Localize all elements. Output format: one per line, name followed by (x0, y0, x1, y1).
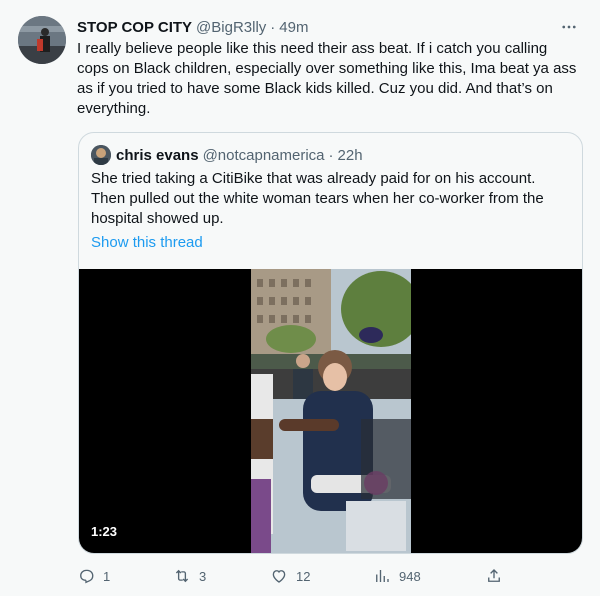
avatar-image (18, 16, 66, 64)
separator: · (328, 146, 334, 164)
quoted-tweet-header: chris evans @notcapnamerica · 22h (91, 145, 363, 165)
tweet-text: I really believe people like this need t… (77, 40, 577, 117)
author-name[interactable]: STOP COP CITY (77, 19, 192, 36)
share-icon (488, 569, 500, 582)
reply-count: 1 (103, 568, 111, 584)
separator: · (270, 18, 276, 36)
video-frame (251, 269, 411, 553)
views-count: 948 (399, 568, 421, 584)
tweet-header: STOP COP CITY @BigR3lly · 49m (77, 16, 580, 38)
timestamp[interactable]: 49m (279, 19, 308, 36)
reply-icon (80, 569, 94, 584)
quoted-avatar (91, 145, 111, 165)
author-handle[interactable]: @BigR3lly (196, 19, 266, 36)
share-button[interactable] (485, 565, 511, 587)
quoted-timestamp: 22h (337, 146, 363, 164)
tweet-actions: 1 3 12 948 (77, 565, 507, 587)
more-horizontal-icon[interactable] (558, 16, 580, 38)
reply-button[interactable]: 1 (77, 565, 110, 587)
quoted-author-handle: @notcapnamerica (202, 146, 325, 164)
like-count: 12 (296, 568, 311, 584)
views-button[interactable]: 948 (373, 565, 421, 587)
tweet[interactable]: STOP COP CITY @BigR3lly · 49m I really b… (0, 0, 600, 596)
video-player[interactable]: 1:23 (79, 269, 582, 553)
avatar[interactable] (18, 16, 66, 64)
like-button[interactable]: 12 (270, 565, 310, 587)
quoted-tweet-text: She tried taking a CitiBike that was alr… (91, 170, 544, 227)
show-thread-link[interactable]: Show this thread (91, 234, 203, 251)
quoted-author-name: chris evans (116, 146, 199, 164)
video-duration: 1:23 (91, 524, 118, 539)
retweet-icon (175, 569, 189, 583)
retweet-count: 3 (199, 568, 207, 584)
analytics-icon (376, 570, 389, 582)
heart-icon (272, 570, 286, 583)
retweet-button[interactable]: 3 (173, 565, 206, 587)
quoted-tweet[interactable]: chris evans @notcapnamerica · 22h She tr… (78, 132, 583, 554)
